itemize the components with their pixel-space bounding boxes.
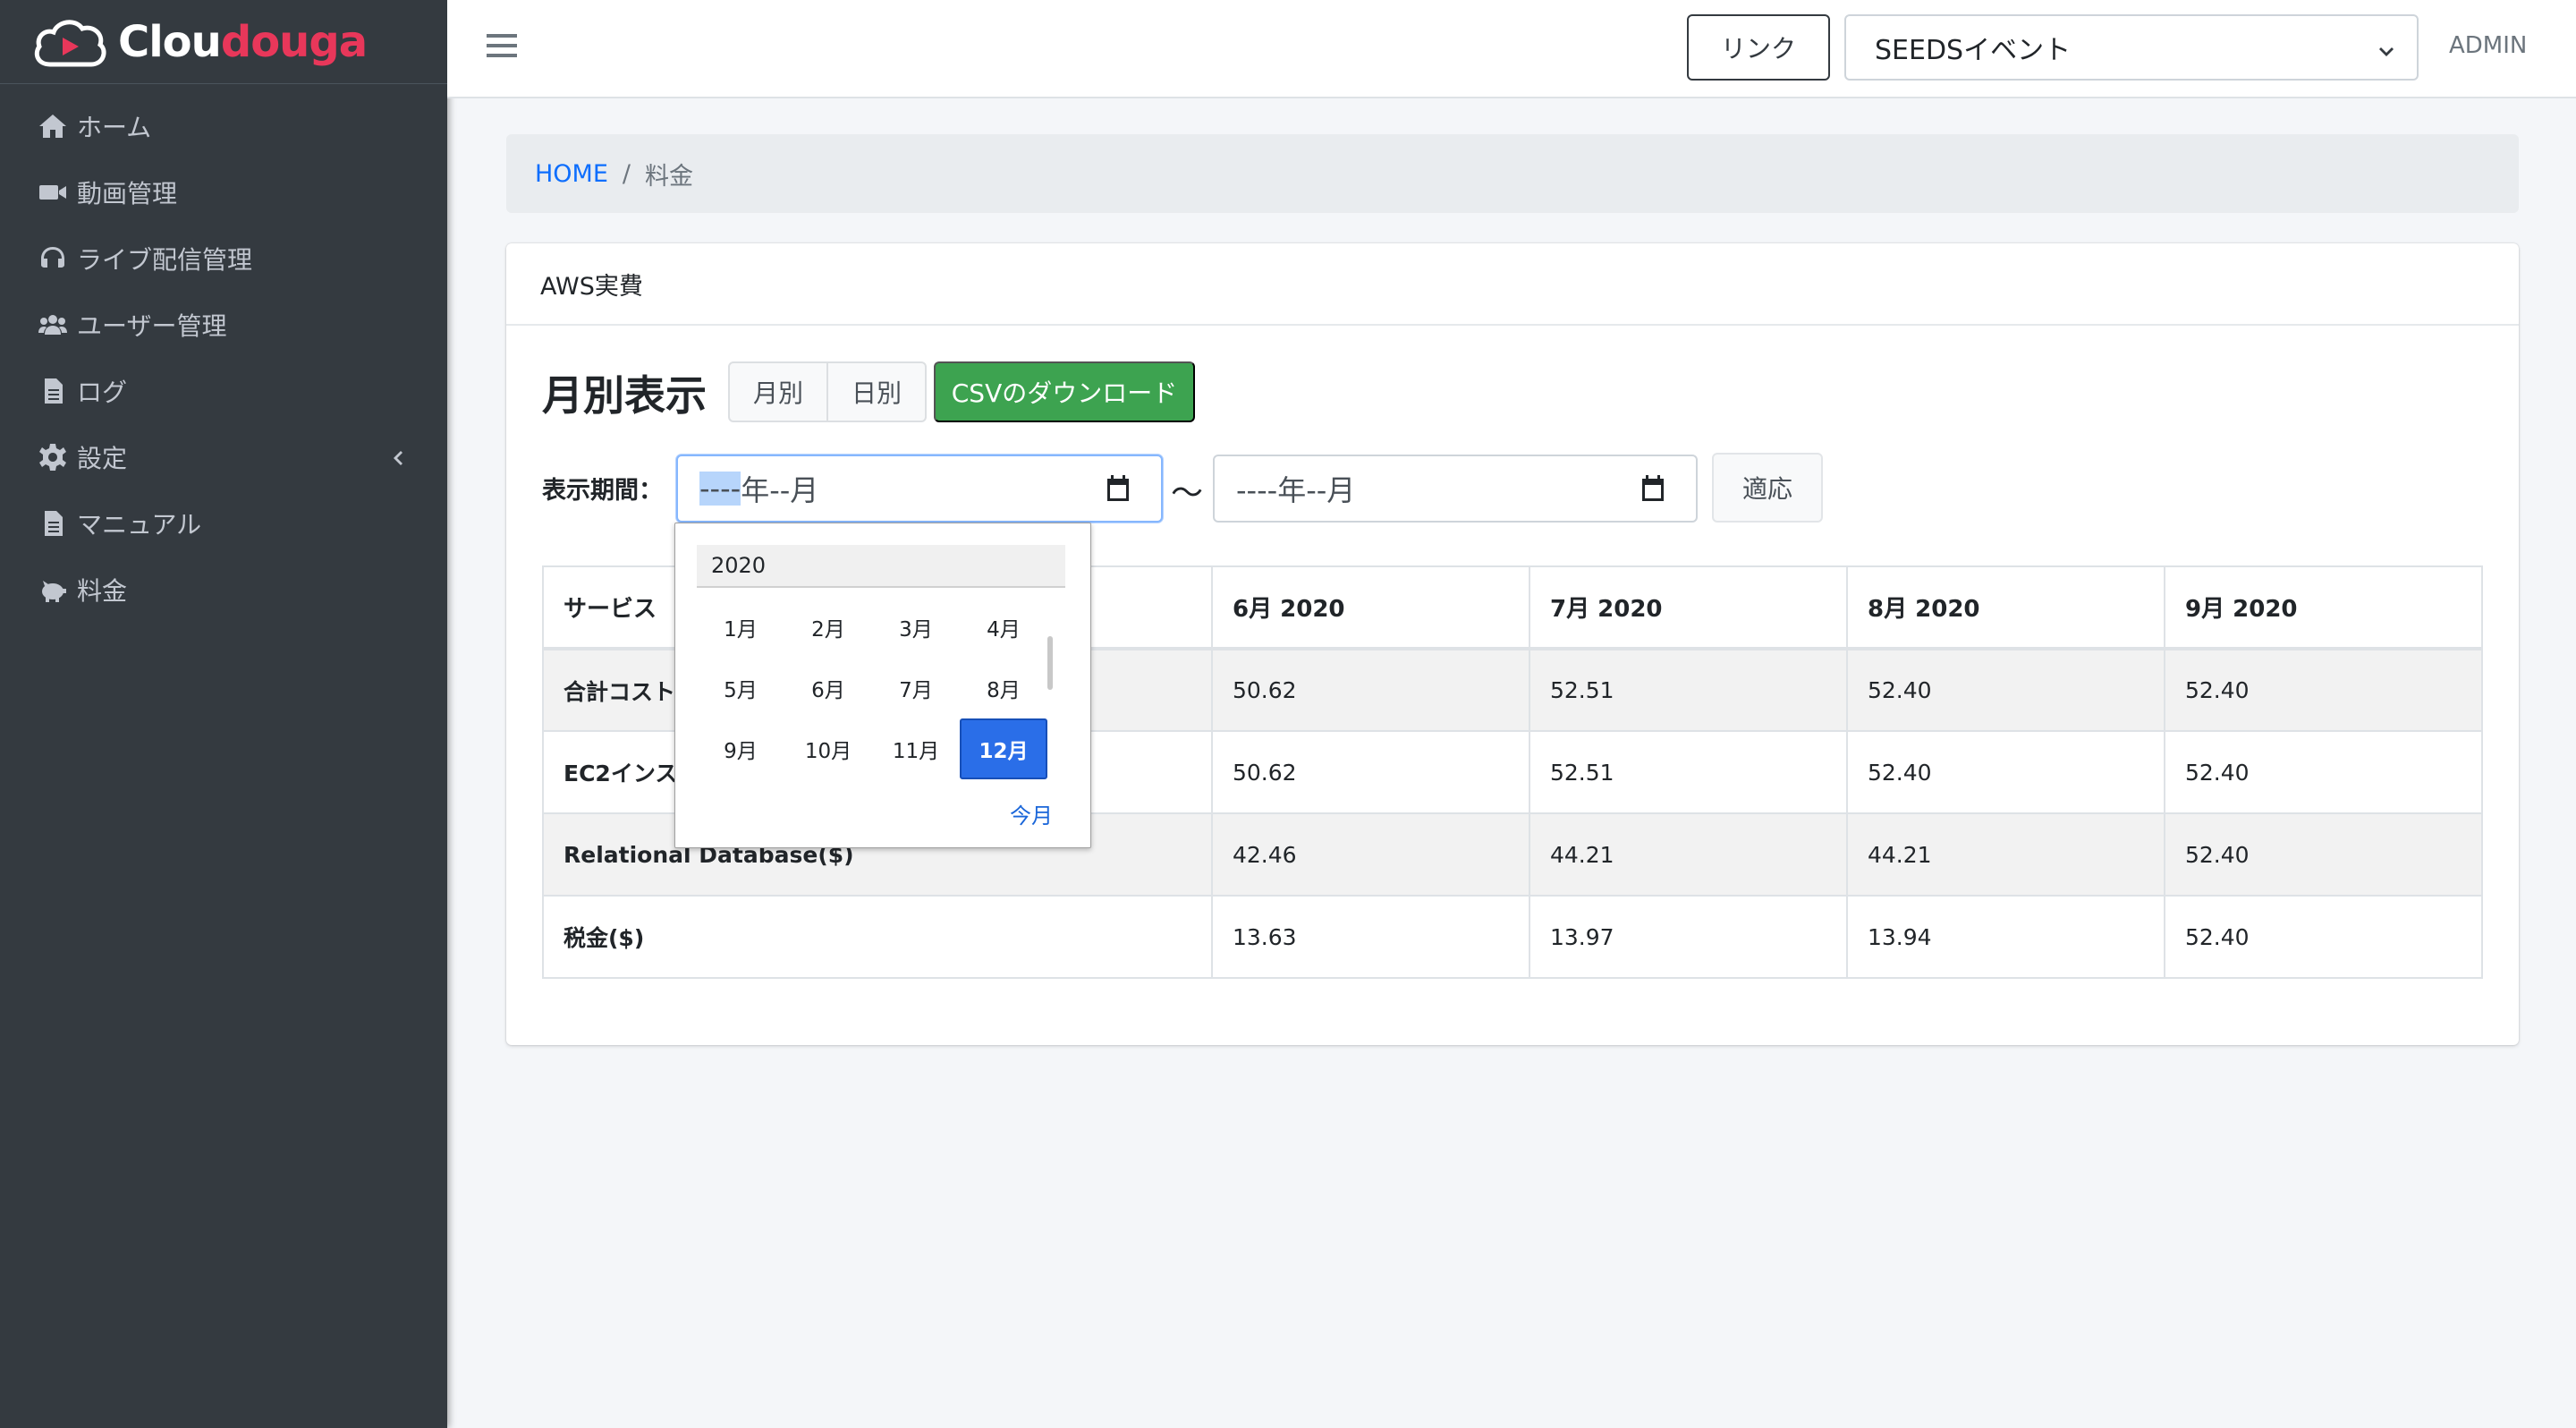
month-picker-grid: 1月 2月 3月 4月 5月 6月 7月 8月 9月 10月 11月 12月 xyxy=(697,597,1047,779)
table-cell: 42.46 xyxy=(1211,812,1530,897)
calendar-icon[interactable] xyxy=(1102,472,1134,505)
sidebar-item-label: マニュアル xyxy=(77,510,202,540)
card-title: AWS実費 xyxy=(506,243,2519,326)
this-month-button[interactable]: 今月 xyxy=(1010,798,1053,829)
sidebar-item-video[interactable]: 動画管理 xyxy=(0,159,447,225)
start-month-rest: 年--月 xyxy=(741,473,819,507)
range-separator: 〜 xyxy=(1171,475,1204,512)
table-cell: 44.21 xyxy=(1529,812,1848,897)
table-cell: 52.51 xyxy=(1529,730,1848,814)
daily-toggle-button[interactable]: 日別 xyxy=(828,361,928,422)
sidebar: Cloudouga ホーム 動画管理 ライブ配信管理 ユーザー管理 ログ 設定 xyxy=(0,0,447,1428)
breadcrumb-current: 料金 xyxy=(645,162,694,191)
chevron-down-icon xyxy=(2376,39,2397,61)
section-title: 月別表示 xyxy=(542,371,707,420)
link-button[interactable]: リンク xyxy=(1687,14,1830,81)
month-option[interactable]: 4月 xyxy=(960,597,1047,658)
end-month-input[interactable]: ----年--月 xyxy=(1213,455,1698,523)
table-cell: 52.40 xyxy=(1846,730,2165,814)
month-option[interactable]: 2月 xyxy=(784,597,872,658)
table-cell: 52.40 xyxy=(2164,648,2483,732)
month-option[interactable]: 8月 xyxy=(960,658,1047,718)
chevron-left-icon[interactable] xyxy=(386,446,408,467)
table-cell: 52.40 xyxy=(1846,648,2165,732)
sidebar-item-home[interactable]: ホーム xyxy=(0,93,447,159)
sidebar-item-live[interactable]: ライブ配信管理 xyxy=(0,225,447,292)
sidebar-item-manual[interactable]: マニュアル xyxy=(0,490,447,557)
sidebar-item-label: 設定 xyxy=(77,444,128,473)
end-month-value: ----年--月 xyxy=(1236,473,1356,507)
month-option[interactable]: 10月 xyxy=(784,718,872,779)
month-picker-scrollbar[interactable] xyxy=(1047,636,1053,690)
table-cell: 52.40 xyxy=(2164,812,2483,897)
table-row: 税金($) 13.63 13.97 13.94 52.40 xyxy=(542,895,2483,979)
apply-button[interactable]: 適応 xyxy=(1712,453,1823,523)
users-icon xyxy=(38,310,68,340)
start-month-year-segment[interactable]: ---- xyxy=(699,472,741,506)
top-navbar: リンク SEEDSイベント ADMIN xyxy=(447,0,2576,98)
table-cell: 13.63 xyxy=(1211,895,1530,979)
column-header: 8月 2020 xyxy=(1846,565,2165,650)
piggy-bank-icon xyxy=(38,574,68,605)
table-cell: 52.40 xyxy=(2164,895,2483,979)
view-toggle-group: 月別 日別 xyxy=(728,361,928,422)
month-option[interactable]: 6月 xyxy=(784,658,872,718)
table-cell: 52.40 xyxy=(2164,730,2483,814)
calendar-icon[interactable] xyxy=(1637,472,1669,505)
table-cell: 52.51 xyxy=(1529,648,1848,732)
table-cell: 13.94 xyxy=(1846,895,2165,979)
home-icon xyxy=(38,111,68,141)
headset-icon xyxy=(38,243,68,274)
event-select-value: SEEDSイベント xyxy=(1875,35,2072,66)
monthly-toggle-button[interactable]: 月別 xyxy=(728,361,829,422)
sidebar-item-settings[interactable]: 設定 xyxy=(0,424,447,490)
breadcrumb-home-link[interactable]: HOME xyxy=(535,160,608,188)
month-option[interactable]: 3月 xyxy=(872,597,960,658)
month-option[interactable]: 9月 xyxy=(697,718,784,779)
month-picker-year[interactable]: 2020 xyxy=(697,545,1065,588)
gear-icon xyxy=(38,442,68,472)
file-icon xyxy=(38,508,68,539)
user-menu[interactable]: ADMIN xyxy=(2449,32,2527,59)
table-cell: 13.97 xyxy=(1529,895,1848,979)
sidebar-item-users[interactable]: ユーザー管理 xyxy=(0,292,447,358)
sidebar-item-label: 料金 xyxy=(77,576,128,606)
table-cell: 50.62 xyxy=(1211,648,1530,732)
month-option[interactable]: 7月 xyxy=(872,658,960,718)
file-icon xyxy=(38,376,68,406)
cloud-play-logo-icon xyxy=(34,19,106,66)
month-option-selected[interactable]: 12月 xyxy=(960,718,1047,779)
sidebar-item-log[interactable]: ログ xyxy=(0,358,447,424)
column-header: 6月 2020 xyxy=(1211,565,1530,650)
event-select[interactable]: SEEDSイベント xyxy=(1844,14,2419,81)
month-option[interactable]: 1月 xyxy=(697,597,784,658)
table-cell: 50.62 xyxy=(1211,730,1530,814)
breadcrumb: HOME / 料金 xyxy=(506,134,2519,213)
sidebar-item-pricing[interactable]: 料金 xyxy=(0,557,447,623)
sidebar-item-label: ライブ配信管理 xyxy=(77,245,253,275)
month-option[interactable]: 5月 xyxy=(697,658,784,718)
sidebar-item-label: ユーザー管理 xyxy=(77,311,227,341)
column-header: 7月 2020 xyxy=(1529,565,1848,650)
csv-download-button[interactable]: CSVのダウンロード xyxy=(934,361,1195,422)
period-label: 表示期間： xyxy=(542,477,663,505)
brand[interactable]: Cloudouga xyxy=(0,0,447,84)
sidebar-nav: ホーム 動画管理 ライブ配信管理 ユーザー管理 ログ 設定 マニュアル 料金 xyxy=(0,84,447,623)
row-label: 税金($) xyxy=(542,895,1213,979)
sidebar-item-label: ホーム xyxy=(77,113,152,142)
video-icon xyxy=(38,177,68,208)
column-header: 9月 2020 xyxy=(2164,565,2483,650)
month-picker-popup: 2020 1月 2月 3月 4月 5月 6月 7月 8月 9月 10月 11月 … xyxy=(674,523,1091,848)
hamburger-menu-icon[interactable] xyxy=(487,34,517,61)
table-cell: 44.21 xyxy=(1846,812,2165,897)
breadcrumb-separator: / xyxy=(622,159,631,188)
brand-name: Cloudouga xyxy=(118,16,368,67)
sidebar-item-label: 動画管理 xyxy=(77,179,178,208)
sidebar-item-label: ログ xyxy=(77,378,128,407)
month-option[interactable]: 11月 xyxy=(872,718,960,779)
start-month-input[interactable]: ---- 年--月 xyxy=(676,455,1163,523)
